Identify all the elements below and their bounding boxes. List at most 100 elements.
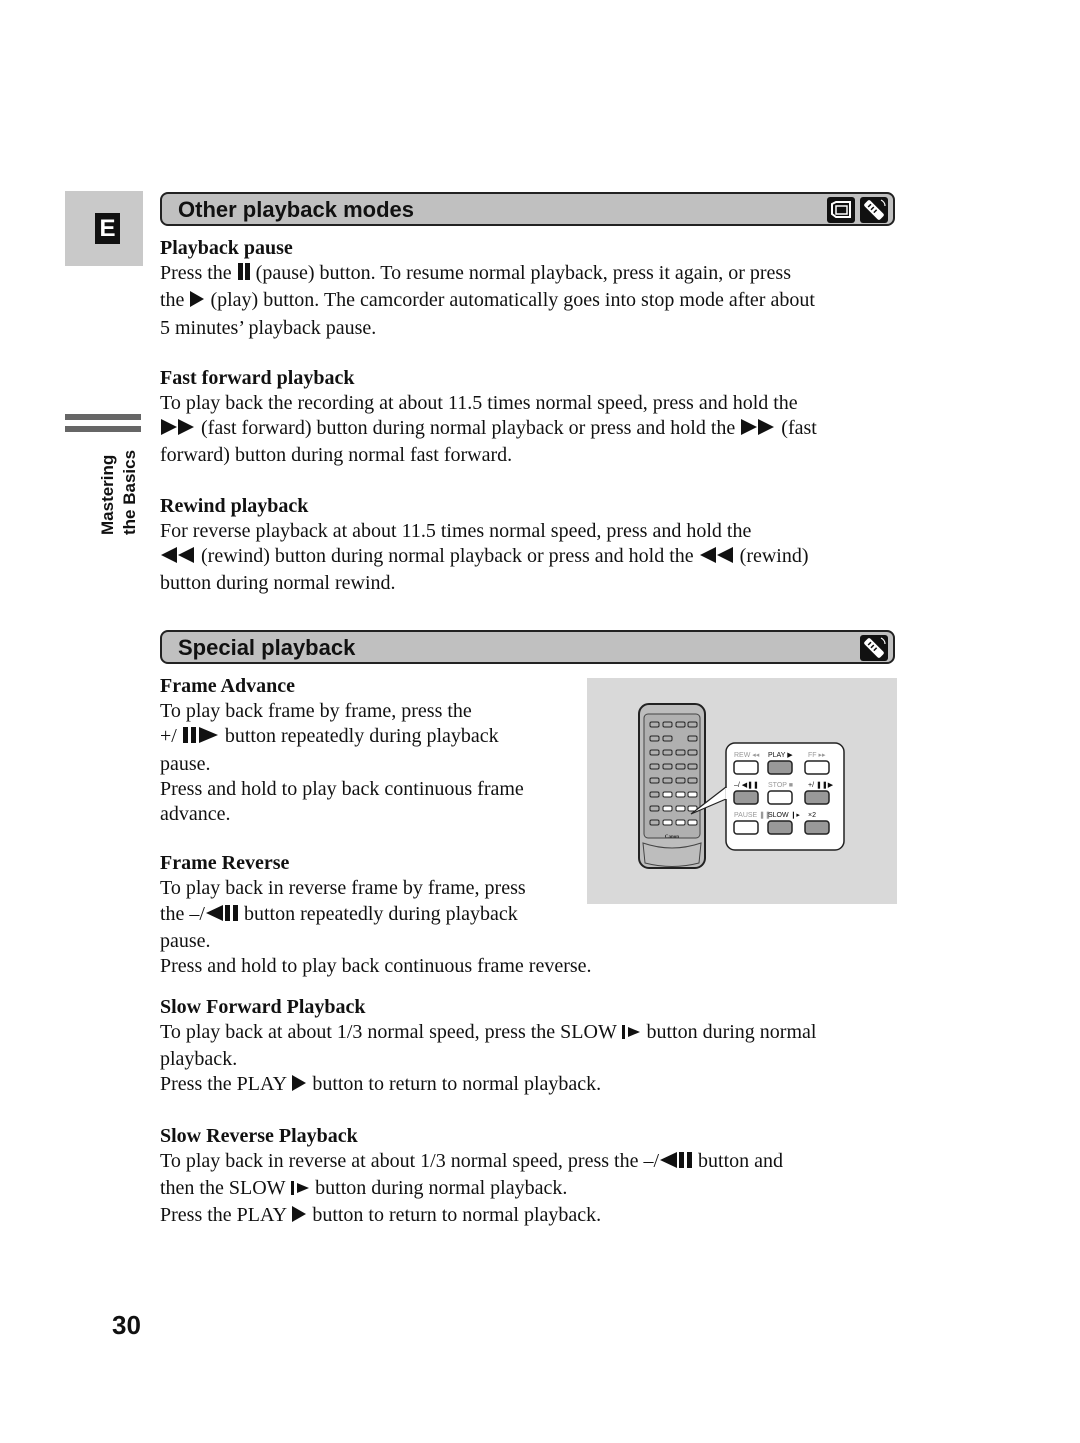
remote-key xyxy=(687,735,698,742)
side-section-bars xyxy=(65,414,141,438)
language-tab: E xyxy=(65,191,143,266)
callout-button-label: +/ ❚❚▶ xyxy=(808,781,834,789)
body-line: +/ button repeatedly during playback xyxy=(160,724,580,751)
brand-label: Canon xyxy=(665,835,679,840)
remote-key xyxy=(675,819,686,826)
remote-panel xyxy=(643,713,701,839)
frame-reverse-icon xyxy=(205,904,239,929)
remote-key xyxy=(649,805,660,812)
body-line: 5 minutes’ playback pause. xyxy=(160,316,377,339)
body-line: pause. xyxy=(160,930,211,953)
remote-key xyxy=(675,805,686,812)
callout-button xyxy=(733,790,759,805)
callout-button-label: SLOW ❙▸ xyxy=(768,811,800,819)
subsection: Fast forward playback To play back the re… xyxy=(160,366,900,469)
page-number: 30 xyxy=(112,1310,141,1340)
remote-key xyxy=(687,819,698,826)
body-line: Press and hold to play back continuous f… xyxy=(160,777,524,800)
remote-key xyxy=(687,721,698,728)
side-label-line1: Mastering xyxy=(98,454,117,535)
body-line: forward) button during normal fast forwa… xyxy=(160,444,513,467)
remote-key xyxy=(649,735,660,742)
subsection: Rewind playback For reverse playback at a… xyxy=(160,494,900,597)
remote-control-icon xyxy=(860,635,888,661)
callout-button xyxy=(767,820,793,835)
callout-button xyxy=(767,760,793,775)
callout-button-label: –/ ◀❚❚ xyxy=(734,781,759,789)
body-line: To play back frame by frame, press the xyxy=(160,700,472,722)
callout-button-label: FF ▸▸ xyxy=(808,752,826,759)
body-line: the (play) button. The camcorder automat… xyxy=(160,288,900,315)
subsection-heading: Rewind playback xyxy=(160,494,309,517)
callout-buttons: REW ◂◂ PLAY ▶ FF ▸▸ –/ ◀❚❚ STOP ■ +/ ❚❚▶ PAUSE… xyxy=(733,752,834,835)
remote-key xyxy=(675,749,686,756)
section-body: Playback pause Press the (pause) button. … xyxy=(160,236,900,597)
section-title: Other playback modes xyxy=(178,197,414,222)
remote-illustration: Canon REW ◂◂ PLAY ▶ FF ▸▸ –/ ◀❚❚ STOP ■ +/ ❚❚… xyxy=(587,678,897,904)
side-label-line2: the Basics xyxy=(120,449,139,535)
callout-button-label: PLAY ▶ xyxy=(768,752,793,759)
body-line: To play back the recording at about 11.5… xyxy=(160,391,798,414)
camcorder-icon xyxy=(827,197,855,223)
divider xyxy=(65,426,141,432)
section-header-special-playback: Special playback xyxy=(160,630,895,664)
body-line: To play back at about 1/3 normal speed, … xyxy=(160,1020,900,1047)
remote-key xyxy=(675,791,686,798)
fast-forward-icon xyxy=(160,418,196,443)
callout-button xyxy=(804,760,830,775)
section-other-playback-modes: Playback pause Press the (pause) button. … xyxy=(160,236,900,622)
section-header-other-playback-modes: Other playback modes xyxy=(160,192,895,226)
play-icon xyxy=(291,1205,307,1230)
remote-key xyxy=(687,749,698,756)
remote-diagram: Canon REW ◂◂ PLAY ▶ FF ▸▸ –/ ◀❚❚ STOP ■ +/ ❚❚… xyxy=(638,703,845,869)
subsection-heading: Playback pause xyxy=(160,237,293,259)
play-icon xyxy=(291,1074,307,1099)
rewind-icon xyxy=(160,546,196,571)
body-line: pause. xyxy=(160,752,211,775)
remote-key xyxy=(662,791,673,798)
body-line: Press and hold to play back continuous f… xyxy=(160,955,592,978)
callout-button xyxy=(804,790,830,805)
remote-key xyxy=(649,721,660,728)
slow-icon xyxy=(290,1178,310,1203)
remote-key xyxy=(662,763,673,770)
remote-key xyxy=(662,819,673,826)
language-letter: E xyxy=(95,213,120,244)
remote-key xyxy=(687,763,698,770)
subsection: Playback pause Press the (pause) button. … xyxy=(160,236,900,341)
subsection-heading: Slow Forward Playback xyxy=(160,995,366,1018)
frame-advance-icon xyxy=(182,726,220,751)
remote-key xyxy=(687,777,698,784)
body-line: Press the (pause) button. To resume norm… xyxy=(160,261,900,288)
remote-key xyxy=(662,721,673,728)
remote-key xyxy=(675,763,686,770)
body-line: the –/ button repeatedly during playback xyxy=(160,902,900,929)
body-line: playback. xyxy=(160,1047,238,1070)
remote-key xyxy=(675,721,686,728)
remote-key xyxy=(649,777,660,784)
callout-button-label: STOP ■ xyxy=(768,782,793,789)
callout-button-label: PAUSE ❚❚ xyxy=(734,811,771,819)
remote-key xyxy=(649,791,660,798)
callout-button-label: ×2 xyxy=(808,812,816,819)
remote-key xyxy=(662,749,673,756)
play-icon xyxy=(189,290,205,315)
body-line: For reverse playback at about 11.5 times… xyxy=(160,519,752,542)
remote-key xyxy=(675,777,686,784)
body-line: then the SLOW button during normal playb… xyxy=(160,1176,900,1203)
callout-button xyxy=(804,820,830,835)
fast-forward-icon xyxy=(740,418,776,443)
callout-button xyxy=(733,760,759,775)
callout-button-label: REW ◂◂ xyxy=(734,752,760,759)
body-line: (rewind) button during normal playback o… xyxy=(160,544,900,571)
remote-key xyxy=(649,763,660,770)
subsection-heading: Frame Advance xyxy=(160,675,295,697)
subsection-heading: Fast forward playback xyxy=(160,366,355,389)
slow-icon xyxy=(621,1022,641,1047)
callout-button xyxy=(733,820,759,835)
body-line: advance. xyxy=(160,803,231,826)
remote-key xyxy=(662,735,673,742)
pause-icon xyxy=(237,262,251,288)
body-line: Press the PLAY button to return to norma… xyxy=(160,1072,900,1099)
subsection: Slow Reverse Playback To play back in rev… xyxy=(160,1124,900,1231)
